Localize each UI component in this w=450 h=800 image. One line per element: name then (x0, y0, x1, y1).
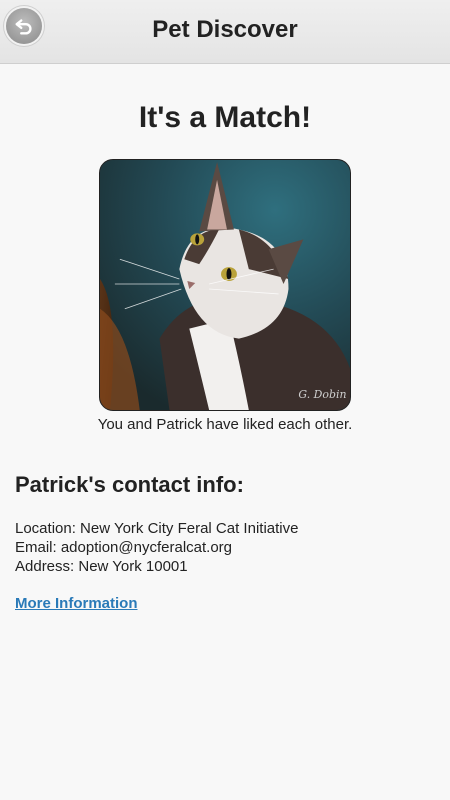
contact-info: Location: New York City Feral Cat Initia… (15, 519, 298, 576)
photo-watermark: G. Dobin (298, 388, 346, 401)
app-title: Pet Discover (152, 16, 298, 43)
app-header: Pet Discover (0, 0, 450, 64)
match-caption: You and Patrick have liked each other. (97, 416, 353, 433)
more-information-link[interactable]: More Information (15, 595, 138, 612)
contact-heading: Patrick's contact info: (15, 472, 244, 497)
pet-photo: G. Dobin (99, 159, 351, 411)
match-title: It's a Match! (138, 101, 312, 134)
contact-email: Email: adoption@nycferalcat.org (15, 539, 233, 556)
contact-location: Location: New York City Feral Cat Initia… (15, 520, 299, 537)
contact-address: Address: New York 10001 (15, 558, 188, 575)
